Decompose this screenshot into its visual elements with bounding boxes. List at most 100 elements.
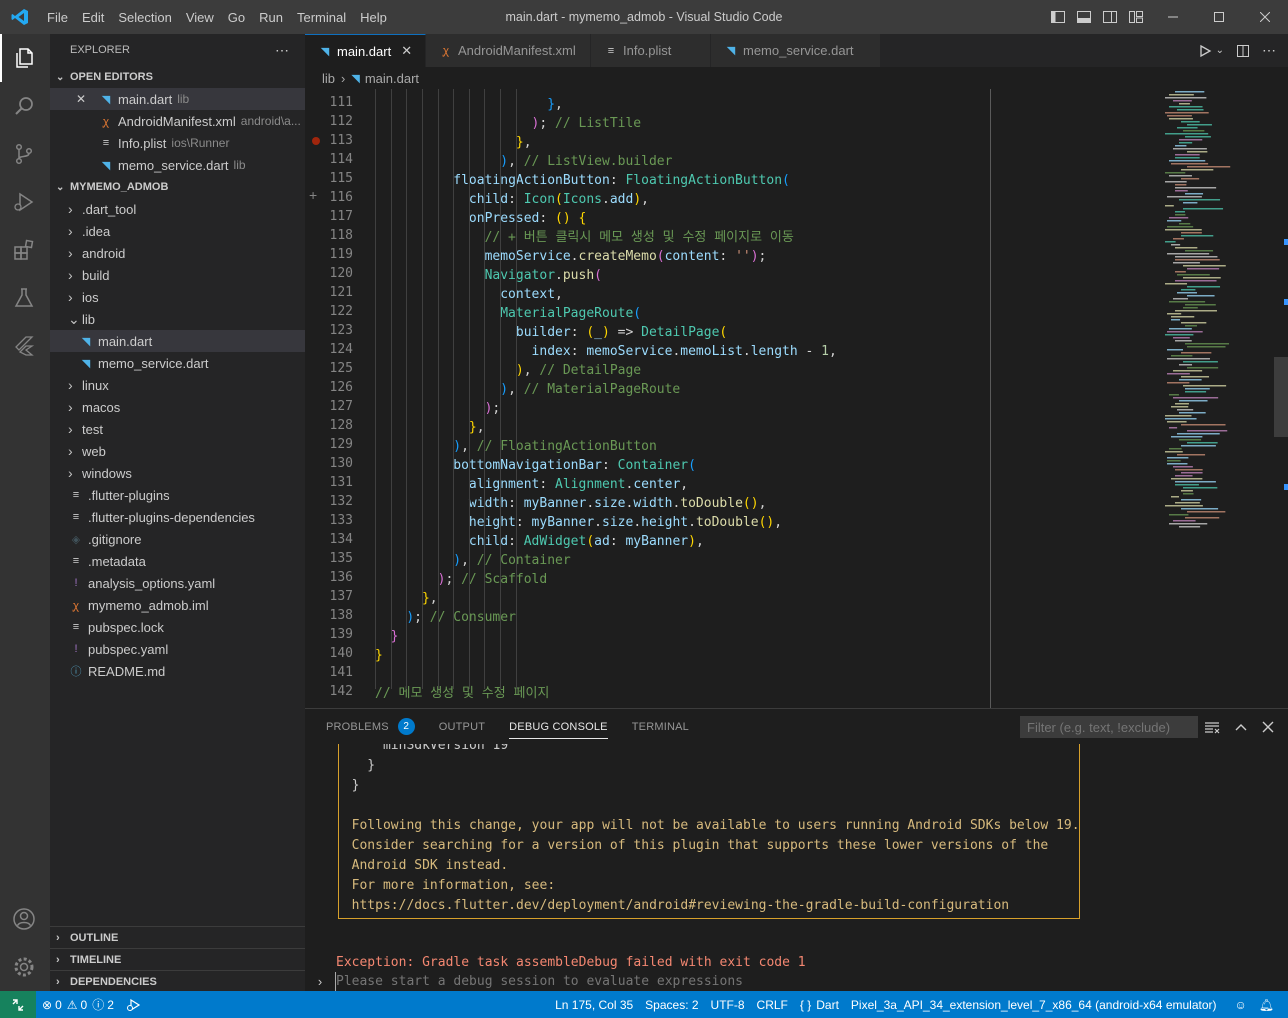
tree-item[interactable]: › test <box>50 418 305 440</box>
tree-item[interactable]: › build <box>50 264 305 286</box>
extensions-icon[interactable] <box>0 226 48 274</box>
tree-item[interactable]: ◥ memo_service.dart <box>50 352 305 374</box>
tree-item[interactable]: ≡ .flutter-plugins <box>50 484 305 506</box>
tree-item[interactable]: ꭕ mymemo_admob.iml <box>50 594 305 616</box>
tree-item[interactable]: ! analysis_options.yaml <box>50 572 305 594</box>
open-editor-item[interactable]: ✕ ◥ main.dart lib <box>50 88 305 110</box>
dependencies-section[interactable]: › DEPENDENCIES <box>50 970 305 992</box>
menu-run[interactable]: Run <box>252 10 290 25</box>
code-line[interactable]: ); // Consumer <box>375 608 516 627</box>
code-editor[interactable]: 111 112 113 114 115 116 117 118 119 120 121 122 123 1… <box>305 89 1288 708</box>
breakpoint-icon[interactable] <box>312 137 320 145</box>
split-editor-icon[interactable] <box>1236 44 1250 58</box>
menu-help[interactable]: Help <box>353 10 394 25</box>
filter-input[interactable] <box>1020 716 1198 738</box>
open-editor-item[interactable]: ꭕ AndroidManifest.xml android\a... <box>50 110 305 132</box>
device-selector[interactable]: Pixel_3a_API_34_extension_level_7_x86_64… <box>845 998 1223 1012</box>
open-editors-section[interactable]: ⌄ OPEN EDITORS <box>50 66 305 88</box>
accounts-icon[interactable] <box>0 895 48 943</box>
toggle-primary-sidebar-icon[interactable] <box>1050 9 1066 25</box>
code-line[interactable]: index: memoService.memoList.length - 1, <box>375 342 837 361</box>
toggle-panel-icon[interactable] <box>1076 9 1092 25</box>
code-line[interactable]: } <box>375 646 383 665</box>
tree-item[interactable]: ≡ pubspec.lock <box>50 616 305 638</box>
breadcrumb-folder[interactable]: lib <box>322 71 335 86</box>
minimize-icon[interactable] <box>1150 0 1196 34</box>
add-icon[interactable]: + <box>309 188 317 202</box>
tab-memo-service-dart[interactable]: ◥ memo_service.dart <box>711 34 881 67</box>
panel-tab-problems[interactable]: PROBLEMS 2 <box>326 709 427 744</box>
menu-terminal[interactable]: Terminal <box>290 10 353 25</box>
tab-androidmanifest-xml[interactable]: ꭕ AndroidManifest.xml <box>426 34 591 67</box>
tree-item[interactable]: › .dart_tool <box>50 198 305 220</box>
code-line[interactable]: memoService.createMemo(content: ''); <box>375 247 767 266</box>
code-line[interactable]: ); // Scaffold <box>375 570 548 589</box>
code-line[interactable]: // 메모 생성 및 수정 페이지 <box>375 684 549 703</box>
tree-item[interactable]: ≡ .metadata <box>50 550 305 572</box>
tree-item[interactable]: › web <box>50 440 305 462</box>
code-line[interactable]: builder: (_) => DetailPage( <box>375 323 727 342</box>
minimap[interactable] <box>1165 89 1275 708</box>
panel-tab-debug-console[interactable]: DEBUG CONSOLE <box>509 709 620 744</box>
code-line[interactable]: MaterialPageRoute( <box>375 304 641 323</box>
more-actions-icon[interactable]: ⋯ <box>275 42 289 59</box>
tree-item[interactable]: ≡ .flutter-plugins-dependencies <box>50 506 305 528</box>
toggle-secondary-sidebar-icon[interactable] <box>1102 9 1118 25</box>
open-editor-item[interactable]: ≡ Info.plist ios\Runner <box>50 132 305 154</box>
code-line[interactable]: child: AdWidget(ad: myBanner), <box>375 532 704 551</box>
flutter-icon[interactable] <box>0 322 48 370</box>
close-icon[interactable]: ✕ <box>76 92 98 106</box>
code-line[interactable]: ), // DetailPage <box>375 361 641 380</box>
tab-main-dart[interactable]: ◥ main.dart ✕ <box>305 34 426 67</box>
end-of-line[interactable]: CRLF <box>751 998 794 1012</box>
close-icon[interactable] <box>1242 0 1288 34</box>
breadcrumb-file[interactable]: main.dart <box>365 71 419 86</box>
menu-selection[interactable]: Selection <box>111 10 178 25</box>
open-editor-item[interactable]: ◥ memo_service.dart lib <box>50 154 305 176</box>
code-line[interactable]: child: Icon(Icons.add), <box>375 190 649 209</box>
indentation[interactable]: Spaces: 2 <box>639 998 704 1012</box>
explorer-icon[interactable] <box>0 34 48 82</box>
debug-status-icon[interactable] <box>120 998 146 1012</box>
code-line[interactable]: ); // ListTile <box>375 114 642 133</box>
timeline-section[interactable]: › TIMELINE <box>50 948 305 970</box>
tree-item[interactable]: › android <box>50 242 305 264</box>
code-line[interactable]: height: myBanner.size.height.toDouble(), <box>375 513 782 532</box>
source-control-icon[interactable] <box>0 130 48 178</box>
tree-item[interactable]: ! pubspec.yaml <box>50 638 305 660</box>
code-line[interactable]: width: myBanner.size.width.toDouble(), <box>375 494 766 513</box>
menu-edit[interactable]: Edit <box>75 10 111 25</box>
manage-gear-icon[interactable] <box>0 943 48 991</box>
code-line[interactable]: bottomNavigationBar: Container( <box>375 456 696 475</box>
evaluate-expression-input[interactable] <box>335 972 1288 991</box>
tab-info-plist[interactable]: ≡ Info.plist <box>591 34 711 67</box>
code-line[interactable]: Navigator.push( <box>375 266 602 285</box>
menu-view[interactable]: View <box>179 10 221 25</box>
cursor-position[interactable]: Ln 175, Col 35 <box>549 998 639 1012</box>
close-panel-icon[interactable] <box>1262 721 1274 733</box>
tree-item[interactable]: › ios <box>50 286 305 308</box>
panel-tab-output[interactable]: OUTPUT <box>439 709 497 744</box>
clear-console-icon[interactable] <box>1204 719 1220 735</box>
menu-file[interactable]: File <box>40 10 75 25</box>
remote-indicator-icon[interactable] <box>0 991 36 1018</box>
run-debug-icon[interactable] <box>0 178 48 226</box>
tree-item[interactable]: ◥ main.dart <box>50 330 305 352</box>
tree-item[interactable]: › linux <box>50 374 305 396</box>
tree-item[interactable]: › macos <box>50 396 305 418</box>
testing-icon[interactable] <box>0 274 48 322</box>
notifications-bell-icon[interactable]: 🔔︎ <box>1253 998 1280 1012</box>
code-line[interactable]: ), // Container <box>375 551 570 570</box>
close-icon[interactable]: ✕ <box>401 43 412 59</box>
vertical-scrollbar[interactable] <box>1274 357 1288 437</box>
run-icon[interactable] <box>1198 44 1212 58</box>
panel-tab-terminal[interactable]: TERMINAL <box>632 709 701 744</box>
chevron-down-icon[interactable]: ⌄ <box>1216 45 1224 56</box>
menu-go[interactable]: Go <box>221 10 252 25</box>
more-actions-icon[interactable]: ⋯ <box>1262 42 1276 59</box>
code-lines[interactable]: }, ); // ListTile }, ), // ListView.buil… <box>375 89 995 708</box>
language-mode[interactable]: { } Dart <box>794 998 845 1012</box>
search-icon[interactable] <box>0 82 48 130</box>
code-line[interactable]: } <box>375 627 399 646</box>
code-line[interactable]: ), // MaterialPageRoute <box>375 380 680 399</box>
